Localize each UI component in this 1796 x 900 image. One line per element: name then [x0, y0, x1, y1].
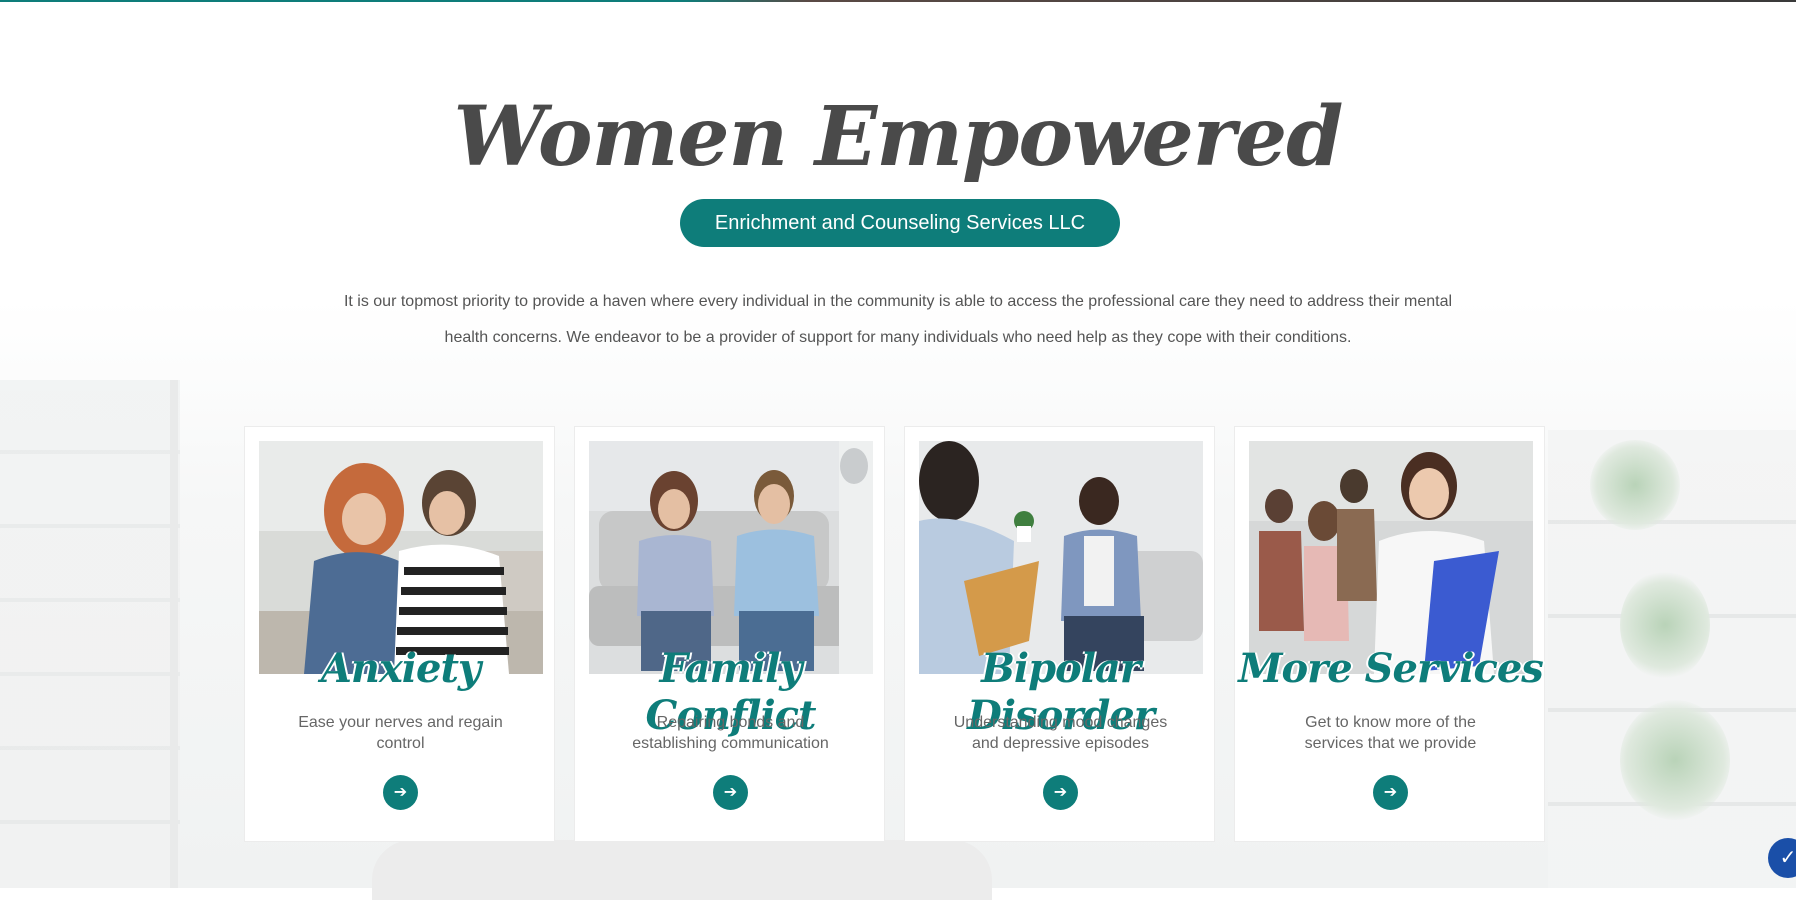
background-shelf-left — [0, 380, 180, 888]
background-plant — [1620, 570, 1710, 680]
services-grid: Anxiety Ease your nerves and regain cont… — [244, 426, 1545, 842]
arrow-right-icon[interactable]: ➔ — [383, 775, 418, 810]
background-plant — [1590, 440, 1680, 530]
top-accent-bar — [0, 0, 1796, 2]
site-title: Women Empowered — [453, 89, 1344, 185]
service-card-anxiety[interactable]: Anxiety Ease your nerves and regain cont… — [244, 426, 555, 842]
card-photo-family-conflict — [589, 441, 873, 674]
arrow-right-icon[interactable]: ➔ — [1373, 775, 1408, 810]
intro-line: It is our topmost priority to provide a … — [343, 293, 1453, 310]
card-photo-anxiety — [259, 441, 543, 674]
site-subtitle-badge: Enrichment and Counseling Services LLC — [680, 199, 1120, 247]
service-description: Ease your nerves and regain control — [298, 714, 503, 752]
service-title: Anxiety — [320, 645, 481, 692]
service-description: Get to know more of the services that we… — [1304, 714, 1477, 752]
background-shelf-post — [170, 380, 178, 888]
service-card-bipolar-disorder[interactable]: Bipolar Disorder Understanding mood chan… — [904, 426, 1215, 842]
service-card-more-services[interactable]: More Services Get to know more of the se… — [1234, 426, 1545, 842]
arrow-right-icon[interactable]: ➔ — [713, 775, 748, 810]
card-photo-bipolar-disorder — [919, 441, 1203, 674]
service-description: Understanding mood changes and depressiv… — [953, 714, 1168, 752]
arrow-right-icon[interactable]: ➔ — [1043, 775, 1078, 810]
intro-line: health concerns. We endeavor to be a pro… — [444, 329, 1352, 346]
service-description: Repairing bonds and establishing communi… — [632, 714, 829, 752]
card-photo-more-services — [1249, 441, 1533, 674]
service-title: More Services — [1238, 645, 1544, 692]
background-sofa — [372, 840, 992, 900]
intro-paragraph: It is our topmost priority to provide a … — [300, 284, 1496, 356]
service-card-family-conflict[interactable]: Family Conflict Repairing bonds and esta… — [574, 426, 885, 842]
background-plant — [1620, 700, 1730, 820]
